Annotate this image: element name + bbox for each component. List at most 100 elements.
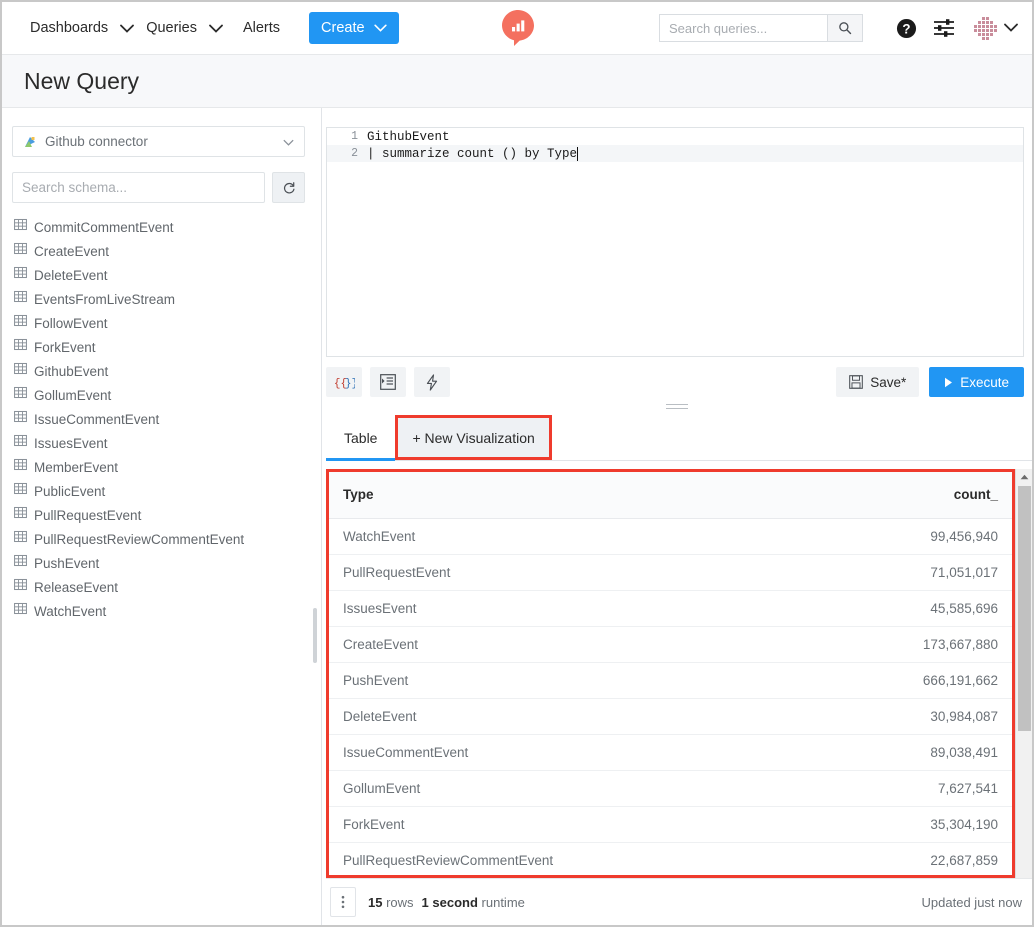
code-line[interactable]: 2| summarize count () by Type <box>327 145 1023 162</box>
results-vertical-scrollbar[interactable] <box>1015 469 1032 878</box>
schema-table-label: CommitCommentEvent <box>34 220 174 235</box>
table-row[interactable]: GollumEvent7,627,541 <box>329 770 1012 806</box>
results-menu-button[interactable] <box>330 887 356 917</box>
schema-table-label: IssueCommentEvent <box>34 412 159 427</box>
sliders-icon <box>933 18 955 38</box>
table-row[interactable]: PullRequestReviewCommentEvent22,687,859 <box>329 842 1012 878</box>
schema-table-label: PullRequestReviewCommentEvent <box>34 532 244 547</box>
schema-table-item[interactable]: GollumEvent <box>14 383 321 407</box>
tab-new-visualization-label: + New Visualization <box>412 430 534 446</box>
schema-table-label: FollowEvent <box>34 316 108 331</box>
updated-status: Updated just now <box>922 895 1022 910</box>
schema-table-label: MemberEvent <box>34 460 118 475</box>
connector-dropdown[interactable]: Github connector <box>12 126 305 157</box>
table-icon <box>14 242 27 260</box>
table-row[interactable]: PullRequestEvent71,051,017 <box>329 554 1012 590</box>
scrollbar-thumb[interactable] <box>1018 486 1031 731</box>
table-row[interactable]: WatchEvent99,456,940 <box>329 518 1012 554</box>
table-icon <box>14 362 27 380</box>
schema-table-item[interactable]: PullRequestEvent <box>14 503 321 527</box>
cell-type: PullRequestEvent <box>329 554 806 590</box>
search-button[interactable] <box>827 14 863 42</box>
schema-table-item[interactable]: CommitCommentEvent <box>14 215 321 239</box>
search-icon <box>838 21 852 35</box>
schema-table-item[interactable]: IssuesEvent <box>14 431 321 455</box>
nav-item-alerts[interactable]: Alerts <box>237 16 286 40</box>
chevron-down-icon-queries[interactable] <box>203 24 229 33</box>
code-line[interactable]: 1GithubEvent <box>327 128 1023 145</box>
chevron-down-icon-avatar[interactable] <box>1004 19 1018 37</box>
schema-table-item[interactable]: MemberEvent <box>14 455 321 479</box>
column-header-type[interactable]: Type <box>329 472 806 518</box>
table-row[interactable]: IssuesEvent45,585,696 <box>329 590 1012 626</box>
cell-count: 89,038,491 <box>806 734 1012 770</box>
panel-resize-handle[interactable] <box>322 401 1032 415</box>
scroll-up-arrow-icon[interactable] <box>1020 469 1029 485</box>
schema-table-item[interactable]: PublicEvent <box>14 479 321 503</box>
refresh-schema-button[interactable] <box>272 172 305 203</box>
execute-button-label: Execute <box>960 375 1009 390</box>
sidebar-scrollbar-thumb[interactable] <box>313 608 317 663</box>
schema-table-item[interactable]: PushEvent <box>14 551 321 575</box>
format-query-button[interactable] <box>370 367 406 397</box>
schema-search-input[interactable] <box>12 172 265 203</box>
schema-table-item[interactable]: EventsFromLiveStream <box>14 287 321 311</box>
tab-table[interactable]: Table <box>326 415 395 460</box>
create-button[interactable]: Create <box>309 12 399 44</box>
schema-table-item[interactable]: FollowEvent <box>14 311 321 335</box>
cell-count: 22,687,859 <box>806 842 1012 878</box>
cell-count: 30,984,087 <box>806 698 1012 734</box>
schema-table-label: WatchEvent <box>34 604 106 619</box>
table-icon <box>14 578 27 596</box>
schema-table-label: GollumEvent <box>34 388 111 403</box>
cell-type: IssueCommentEvent <box>329 734 806 770</box>
schema-table-item[interactable]: ReleaseEvent <box>14 575 321 599</box>
line-number: 1 <box>327 130 367 143</box>
schema-table-label: DeleteEvent <box>34 268 108 283</box>
save-button[interactable]: Save* <box>836 367 919 397</box>
schema-table-label: PublicEvent <box>34 484 105 499</box>
table-icon <box>14 506 27 524</box>
chevron-down-icon-dashboards[interactable] <box>114 24 140 33</box>
cell-type: CreateEvent <box>329 626 806 662</box>
user-identicon-avatar[interactable] <box>973 16 998 41</box>
table-row[interactable]: CreateEvent173,667,880 <box>329 626 1012 662</box>
settings-button[interactable] <box>925 9 963 47</box>
schema-table-item[interactable]: CreateEvent <box>14 239 321 263</box>
schema-table-item[interactable]: IssueCommentEvent <box>14 407 321 431</box>
nav-item-queries[interactable]: Queries <box>140 16 203 40</box>
nav-item-dashboards[interactable]: Dashboards <box>24 16 114 40</box>
execute-button[interactable]: Execute <box>929 367 1024 397</box>
floppy-disk-icon <box>849 375 863 389</box>
table-row[interactable]: DeleteEvent30,984,087 <box>329 698 1012 734</box>
schema-table-label: ReleaseEvent <box>34 580 118 595</box>
table-icon <box>14 530 27 548</box>
schema-table-label: PushEvent <box>34 556 99 571</box>
table-icon <box>14 218 27 236</box>
schema-table-item[interactable]: PullRequestReviewCommentEvent <box>14 527 321 551</box>
schema-table-item[interactable]: ForkEvent <box>14 335 321 359</box>
query-parameters-button[interactable]: {{ }} <box>326 367 362 397</box>
results-table-body: WatchEvent99,456,940PullRequestEvent71,0… <box>329 518 1012 878</box>
table-row[interactable]: IssueCommentEvent89,038,491 <box>329 734 1012 770</box>
table-icon <box>14 410 27 428</box>
quick-run-button[interactable] <box>414 367 450 397</box>
table-row[interactable]: PushEvent666,191,662 <box>329 662 1012 698</box>
column-header-count[interactable]: count_ <box>806 472 1012 518</box>
search-input[interactable] <box>659 14 827 42</box>
chevron-down-icon-connector <box>283 133 294 151</box>
svg-text:}}: }} <box>345 378 355 390</box>
schema-table-item[interactable]: GithubEvent <box>14 359 321 383</box>
query-editor[interactable]: 1GithubEvent2| summarize count () by Typ… <box>326 127 1024 357</box>
editor-toolbar: {{ }} <box>326 365 1024 399</box>
help-button[interactable]: ? <box>887 9 925 47</box>
schema-table-item[interactable]: DeleteEvent <box>14 263 321 287</box>
schema-table-label: EventsFromLiveStream <box>34 292 175 307</box>
analytics-pin-logo[interactable] <box>501 9 535 47</box>
schema-table-item[interactable]: WatchEvent <box>14 599 321 623</box>
cell-count: 7,627,541 <box>806 770 1012 806</box>
tab-new-visualization[interactable]: + New Visualization <box>395 415 551 460</box>
cell-type: ForkEvent <box>329 806 806 842</box>
schema-table-label: CreateEvent <box>34 244 109 259</box>
table-row[interactable]: ForkEvent35,304,190 <box>329 806 1012 842</box>
